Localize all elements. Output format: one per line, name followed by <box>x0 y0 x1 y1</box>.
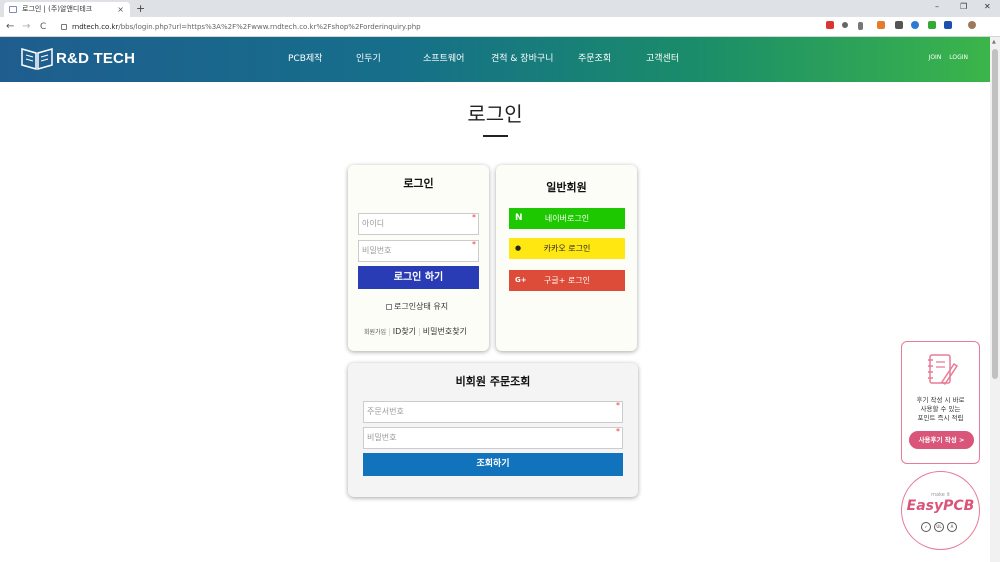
ansi-icon: A <box>947 522 957 532</box>
url-domain: rndtech.co.kr <box>72 23 119 31</box>
page-title: 로그인 <box>467 102 523 126</box>
id-input[interactable]: 아이디 * <box>358 213 479 235</box>
forward-button[interactable]: → <box>22 20 30 34</box>
address-bar-row: ← → C rndtech.co.kr/bbs/login.php?url=ht… <box>0 17 1000 37</box>
favicon-icon <box>9 6 17 13</box>
login-card: 로그인 아이디 * 비밀번호 * 로그인 하기 로그인상태 유지 회원가입 | ID… <box>348 165 489 351</box>
review-text: 후기 작성 시 바로 사용할 수 있는 포인트 즉시 적립 <box>902 396 979 423</box>
guest-password-input[interactable]: 비밀번호 * <box>363 427 623 449</box>
account-links: 회원가입 | ID찾기 | 비밀번호찾기 <box>364 327 467 336</box>
url-field[interactable]: rndtech.co.kr/bbs/login.php?url=https%3A… <box>58 20 818 34</box>
browser-tab-bar: 로그인 | (주)알앤디테크 × + – ❐ ✕ <box>0 0 1000 17</box>
login-submit-button[interactable]: 로그인 하기 <box>358 266 479 289</box>
site-logo[interactable]: R&D TECH <box>20 45 135 71</box>
site-header: R&D TECH PCB제작 인두기 소프트웨어 견적 & 장바구니 주문조회 … <box>0 37 990 82</box>
guest-password-placeholder: 비밀번호 <box>367 433 397 442</box>
profile-avatar[interactable] <box>968 21 976 29</box>
guest-heading: 비회원 주문조회 <box>455 375 531 388</box>
back-button[interactable]: ← <box>6 20 14 34</box>
maximize-button[interactable]: ❐ <box>960 2 967 11</box>
title-underline <box>483 135 508 137</box>
ul-icon: UL <box>934 522 944 532</box>
password-placeholder: 비밀번호 <box>362 246 392 255</box>
rohs-icon: ✓ <box>921 522 931 532</box>
extension-icon[interactable] <box>944 21 952 29</box>
naver-login-button[interactable]: N 네이버로그인 <box>509 208 625 229</box>
key-icon[interactable] <box>842 22 848 28</box>
keep-login-checkbox[interactable]: 로그인상태 유지 <box>386 301 448 312</box>
review-line: 포인트 즉시 적립 <box>917 414 964 422</box>
naver-icon: N <box>515 213 523 223</box>
menu-pcb[interactable]: PCB제작 <box>288 37 322 82</box>
required-mark: * <box>472 240 476 249</box>
google-login-button[interactable]: G+ 구글+ 로그인 <box>509 270 625 291</box>
notebook-pen-icon <box>928 354 958 386</box>
star-icon[interactable] <box>858 22 863 30</box>
checkbox-box[interactable] <box>386 303 392 310</box>
social-login-card: 일반회원 N 네이버로그인 ● 카카오 로그인 G+ 구글+ 로그인 <box>496 165 637 351</box>
logo-text: R&D TECH <box>56 49 136 67</box>
required-mark: * <box>616 401 620 410</box>
join-link[interactable]: JOIN <box>929 54 942 61</box>
page-scrollbar[interactable]: ▲ <box>990 37 1000 562</box>
review-line: 후기 작성 시 바로 <box>916 396 965 404</box>
close-window-button[interactable]: ✕ <box>984 2 991 11</box>
lock-icon <box>61 24 67 30</box>
url-path: /bbs/login.php?url=https%3A%2F%2Fwww.rnd… <box>118 23 421 31</box>
menu-software[interactable]: 소프트웨어 <box>423 37 464 82</box>
write-review-button[interactable]: 사용후기 작성 > <box>909 431 974 449</box>
login-heading: 로그인 <box>403 177 434 190</box>
order-number-placeholder: 주문서번호 <box>367 407 404 416</box>
kakao-login-button[interactable]: ● 카카오 로그인 <box>509 238 625 259</box>
find-id-link[interactable]: ID찾기 <box>393 327 416 336</box>
social-heading: 일반회원 <box>546 181 587 194</box>
minimize-button[interactable]: – <box>935 2 939 11</box>
google-plus-icon: G+ <box>515 276 527 284</box>
keep-login-label: 로그인상태 유지 <box>394 302 449 311</box>
easypcb-badge[interactable]: make it EasyPCB ✓ UL A <box>901 471 980 550</box>
google-label: 구글+ 로그인 <box>543 276 591 285</box>
easypcb-logo: EasyPCB <box>906 498 975 514</box>
id-placeholder: 아이디 <box>362 219 385 228</box>
browser-tab[interactable]: 로그인 | (주)알앤디테크 × <box>4 2 130 17</box>
reload-button[interactable]: C <box>40 20 46 34</box>
password-input[interactable]: 비밀번호 * <box>358 240 479 262</box>
menu-customer-center[interactable]: 고객센터 <box>646 37 679 82</box>
required-mark: * <box>472 213 476 222</box>
extension-icon[interactable] <box>877 21 885 29</box>
kakao-icon: ● <box>515 244 522 252</box>
new-tab-button[interactable]: + <box>136 2 145 15</box>
guest-order-card: 비회원 주문조회 주문서번호 * 비밀번호 * 조회하기 <box>348 363 638 497</box>
header-links: JOIN LOGIN <box>923 37 968 79</box>
find-password-link[interactable]: 비밀번호찾기 <box>423 327 467 336</box>
tab-close-icon[interactable]: × <box>117 2 124 17</box>
review-line: 사용할 수 있는 <box>920 405 961 413</box>
menu-soldering-iron[interactable]: 인두기 <box>356 37 381 82</box>
scrollbar-thumb[interactable] <box>992 49 998 379</box>
extension-icon[interactable] <box>928 21 936 29</box>
book-logo-icon <box>20 45 54 71</box>
extension-icon[interactable] <box>911 21 919 29</box>
menu-quote-cart[interactable]: 견적 & 장바구니 <box>491 37 553 82</box>
scroll-up-icon[interactable]: ▲ <box>992 39 996 45</box>
menu-order-inquiry[interactable]: 주문조회 <box>578 37 611 82</box>
required-mark: * <box>616 427 620 436</box>
order-inquiry-button[interactable]: 조회하기 <box>363 453 623 476</box>
kakao-label: 카카오 로그인 <box>543 244 591 253</box>
review-widget[interactable]: 후기 작성 시 바로 사용할 수 있는 포인트 즉시 적립 사용후기 작성 > <box>901 341 980 464</box>
extension-icon[interactable] <box>826 21 834 29</box>
tab-title: 로그인 | (주)알앤디테크 <box>22 5 93 13</box>
extension-icon[interactable] <box>895 21 903 29</box>
certification-icons: ✓ UL A <box>921 522 957 532</box>
order-number-input[interactable]: 주문서번호 * <box>363 401 623 423</box>
signup-link[interactable]: 회원가입 <box>364 329 386 336</box>
naver-label: 네이버로그인 <box>544 214 590 223</box>
login-link[interactable]: LOGIN <box>949 54 968 61</box>
